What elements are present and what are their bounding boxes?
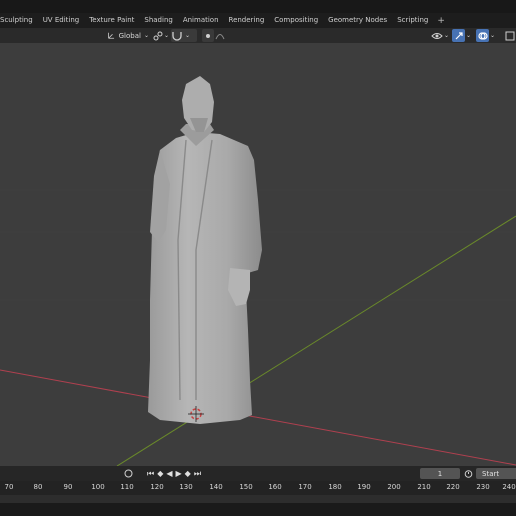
chevron-down-icon: ⌄ (163, 32, 169, 39)
pivot-icon (153, 31, 163, 40)
statue-model[interactable] (148, 76, 262, 424)
play-icon[interactable]: ▶ (176, 469, 182, 478)
current-frame-field[interactable]: 1 (420, 468, 460, 479)
timeline-header: ⏮ ◆ ◀ ▶ ◆ ⏭ 1 Start 1 (0, 466, 516, 481)
proportional-editing-toggle[interactable] (202, 29, 214, 42)
gizmo-arrow-icon (455, 31, 463, 39)
overlays-dropdown[interactable]: ⌄ (490, 29, 498, 42)
chevron-down-icon: ⌄ (466, 32, 472, 39)
pivot-point-dropdown[interactable]: ⌄ (153, 29, 169, 42)
overlays-toggle[interactable] (476, 29, 489, 42)
x-axis-line (0, 369, 516, 466)
xray-icon (505, 31, 514, 40)
ruler-tick-label: 180 (328, 483, 342, 491)
ruler-tick-label: 200 (387, 483, 401, 491)
orientation-label: Global (118, 31, 141, 40)
snap-toggle[interactable]: ⌄ (171, 29, 197, 42)
chevron-down-icon: ⌄ (185, 32, 191, 39)
timeline-scrub-area[interactable] (0, 495, 516, 503)
ruler-tick-label: 130 (179, 483, 193, 491)
ruler-tick-label: 90 (63, 483, 73, 491)
tab-geometry-nodes[interactable]: Geometry Nodes (323, 13, 392, 28)
orientation-axes-icon (108, 32, 115, 39)
ruler-tick-label: 170 (298, 483, 312, 491)
frame-ruler[interactable]: 70 80 90 100 110 120 130 140 150 160 170… (0, 481, 516, 495)
ruler-tick-label: 140 (209, 483, 223, 491)
viewport-canvas (0, 76, 516, 466)
start-frame-field[interactable]: Start 1 (476, 468, 516, 479)
add-workspace-button[interactable]: + (433, 16, 449, 26)
ruler-tick-label: 210 (417, 483, 431, 491)
tab-rendering[interactable]: Rendering (224, 13, 270, 28)
record-icon (124, 469, 133, 478)
ruler-tick-label: 240 (502, 483, 516, 491)
ruler-tick-label: 80 (33, 483, 43, 491)
proportional-falloff-dropdown[interactable] (215, 29, 229, 42)
viewport-header: Global ⌄ ⌄ ⌄ ⌄ ⌄ ⌄ (0, 28, 516, 43)
ruler-tick-label: 230 (476, 483, 490, 491)
eye-icon (431, 32, 443, 39)
ruler-tick-label: 100 (91, 483, 105, 491)
tab-sculpting[interactable]: Sculpting (0, 13, 38, 28)
ruler-tick-label: 120 (150, 483, 164, 491)
workspace-tabs: Sculpting UV Editing Texture Paint Shadi… (0, 13, 516, 28)
ruler-tick-label: 150 (239, 483, 253, 491)
jump-to-keyframe-back-icon[interactable]: ◆ (157, 469, 163, 478)
tab-shading[interactable]: Shading (139, 13, 177, 28)
chevron-down-icon: ⌄ (490, 32, 496, 39)
tab-animation[interactable]: Animation (178, 13, 224, 28)
preview-range-button[interactable] (463, 468, 474, 479)
start-frame-label: Start (482, 469, 500, 478)
snap-magnet-icon (172, 32, 182, 41)
tab-texture-paint[interactable]: Texture Paint (84, 13, 139, 28)
ruler-tick-label: 160 (268, 483, 282, 491)
gizmo-dropdown[interactable]: ⌄ (466, 29, 474, 42)
tab-uv-editing[interactable]: UV Editing (38, 13, 85, 28)
play-reverse-icon[interactable]: ◀ (166, 469, 172, 478)
tab-scripting[interactable]: Scripting (392, 13, 433, 28)
playback-controls: ⏮ ◆ ◀ ▶ ◆ ⏭ (147, 468, 201, 479)
ruler-tick-label: 110 (120, 483, 134, 491)
chevron-down-icon: ⌄ (444, 32, 450, 39)
gizmo-toggle[interactable] (452, 29, 465, 42)
ruler-tick-label: 220 (446, 483, 460, 491)
top-menu-bar (0, 0, 516, 13)
xray-toggle[interactable] (503, 29, 516, 42)
visibility-dropdown[interactable]: ⌄ (431, 29, 451, 42)
jump-to-start-icon[interactable]: ⏮ (147, 469, 154, 479)
auto-keying-button[interactable] (123, 468, 134, 479)
3d-viewport[interactable] (0, 43, 516, 466)
stopwatch-icon (464, 470, 473, 478)
transform-orientation-dropdown[interactable]: Global ⌄ (107, 29, 149, 42)
chevron-down-icon: ⌄ (143, 32, 149, 39)
tab-compositing[interactable]: Compositing (269, 13, 323, 28)
proportional-edit-icon (206, 33, 210, 38)
jump-to-end-icon[interactable]: ⏭ (194, 469, 201, 479)
ruler-tick-label: 190 (357, 483, 371, 491)
falloff-curve-icon (215, 33, 225, 39)
status-bar (0, 503, 516, 516)
overlays-icon (477, 31, 488, 40)
jump-to-keyframe-forward-icon[interactable]: ◆ (185, 469, 191, 478)
ruler-tick-label: 70 (4, 483, 14, 491)
